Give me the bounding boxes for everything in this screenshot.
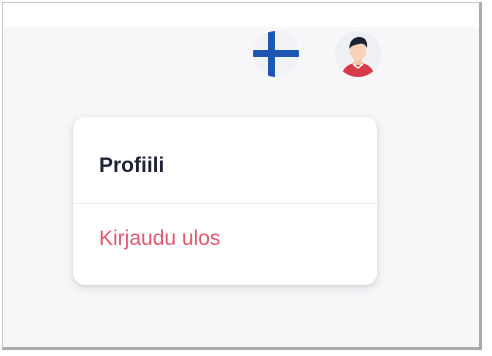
header-actions — [253, 31, 381, 77]
language-selector[interactable] — [253, 31, 299, 77]
top-band — [3, 3, 479, 27]
user-avatar-icon — [335, 31, 381, 77]
finland-flag-icon — [253, 31, 299, 77]
menu-item-logout[interactable]: Kirjaudu ulos — [99, 227, 220, 251]
user-menu-button[interactable] — [335, 31, 381, 77]
user-dropdown-menu: Profiili Kirjaudu ulos — [73, 117, 377, 285]
menu-divider — [73, 203, 377, 204]
menu-item-profile[interactable]: Profiili — [99, 154, 164, 178]
app-frame: Profiili Kirjaudu ulos — [2, 2, 482, 350]
